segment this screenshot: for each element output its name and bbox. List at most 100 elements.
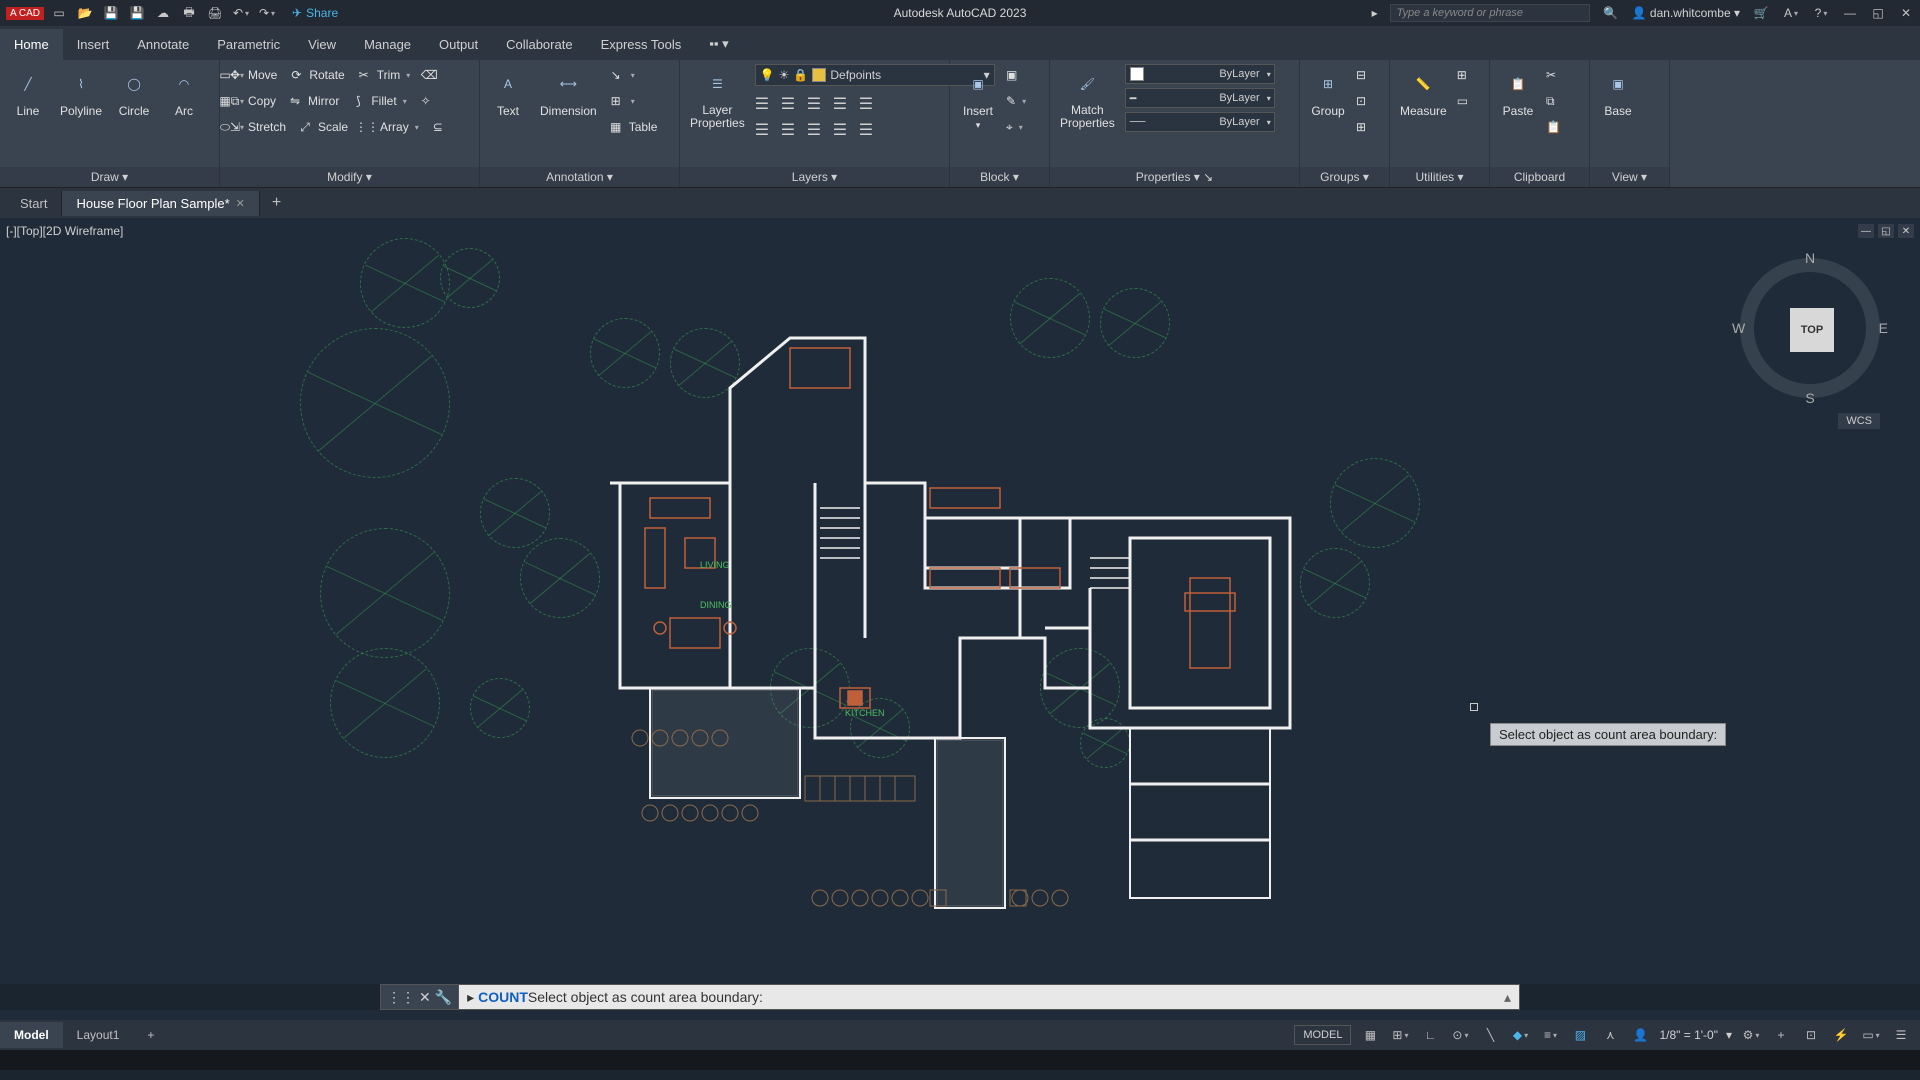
rotate-button[interactable]: ⟳Rotate (287, 64, 344, 86)
layer-tool-5[interactable]: ☰ (859, 94, 879, 112)
panel-layers-label[interactable]: Layers ▾ (680, 167, 949, 187)
layer-properties-button[interactable]: ☰Layer Properties (686, 64, 749, 132)
viewcube-west[interactable]: W (1732, 320, 1745, 336)
new-tab-button[interactable]: + (260, 194, 293, 212)
layer-tool-8[interactable]: ☰ (807, 120, 827, 138)
paste-special-icon[interactable]: 📋 (1546, 116, 1561, 138)
mirror-button[interactable]: ⇋Mirror (286, 90, 339, 112)
model-tab[interactable]: Model (0, 1022, 63, 1048)
layer-tool-2[interactable]: ☰ (781, 94, 801, 112)
plot-icon[interactable]: 🖶 (180, 4, 198, 22)
copy-button[interactable]: ⧉Copy (226, 90, 276, 112)
restore-button[interactable]: ◱ (1870, 5, 1886, 21)
trim-button[interactable]: ✂Trim (355, 64, 411, 86)
layer-tool-9[interactable]: ☰ (833, 120, 853, 138)
plus-icon[interactable]: + (1770, 1024, 1792, 1046)
search-input[interactable]: Type a keyword or phrase (1390, 4, 1590, 22)
tab-insert[interactable]: Insert (63, 29, 124, 60)
tab-express-tools[interactable]: Express Tools (587, 29, 696, 60)
tab-manage[interactable]: Manage (350, 29, 425, 60)
panel-block-label[interactable]: Block ▾ (950, 167, 1049, 187)
new-icon[interactable]: ▭ (50, 4, 68, 22)
viewport-close-icon[interactable]: ✕ (1898, 224, 1914, 238)
layer-tool-4[interactable]: ☰ (833, 94, 853, 112)
cut-icon[interactable]: ✂ (1546, 64, 1561, 86)
layer-tool-10[interactable]: ☰ (859, 120, 879, 138)
hardware-accel-icon[interactable]: ⚡ (1830, 1024, 1852, 1046)
dimension-button[interactable]: ⟷Dimension (536, 64, 601, 120)
tab-home[interactable]: Home (0, 29, 63, 60)
customize-icon[interactable]: ☰ (1890, 1024, 1912, 1046)
copy-clip-icon[interactable]: ⧉ (1546, 90, 1561, 112)
explode-icon[interactable]: ✧ (417, 90, 435, 112)
app-badge[interactable]: A CAD (6, 7, 44, 20)
command-line[interactable]: ⋮⋮ ✕ 🔧 ▸ COUNT Select object as count ar… (380, 984, 1520, 1010)
search-arrow-icon[interactable]: ▸ (1372, 6, 1378, 20)
cmd-drag-icon[interactable]: ⋮⋮ (387, 989, 415, 1006)
leader-flyout[interactable]: ↘ (607, 64, 658, 86)
tab-extra[interactable]: ▪▪ ▾ (695, 28, 742, 60)
wcs-badge[interactable]: WCS (1838, 413, 1880, 429)
viewport-minimize-icon[interactable]: — (1858, 224, 1874, 238)
line-button[interactable]: ╱Line (6, 64, 50, 120)
viewcube-south[interactable]: S (1805, 390, 1814, 406)
help-icon[interactable]: ? (1812, 4, 1830, 22)
ungroup-icon[interactable]: ⊟ (1356, 64, 1366, 86)
create-block-icon[interactable]: ▣ (1006, 64, 1026, 86)
table-button[interactable]: ▦Table (607, 116, 658, 138)
text-button[interactable]: AText (486, 64, 530, 120)
lineweight-dropdown[interactable]: ━ByLayer (1125, 88, 1275, 108)
layer-tool-1[interactable]: ☰ (755, 94, 775, 112)
save-icon[interactable]: 💾 (102, 4, 120, 22)
osnap-icon[interactable]: ◆ (1509, 1024, 1531, 1046)
ortho-icon[interactable]: ∟ (1419, 1024, 1441, 1046)
panel-properties-label[interactable]: Properties ▾ ↘ (1050, 167, 1299, 187)
close-button[interactable]: ✕ (1898, 5, 1914, 21)
grid-icon[interactable]: ▦ (1359, 1024, 1381, 1046)
edit-block-icon[interactable]: ✎ (1006, 90, 1026, 112)
annovisibility-icon[interactable]: 👤 (1629, 1024, 1651, 1046)
scale-button[interactable]: ⤢Scale (296, 116, 348, 138)
clean-screen-icon[interactable]: ▭ (1860, 1024, 1882, 1046)
attr-block-icon[interactable]: ⌖ (1006, 116, 1026, 138)
panel-annotation-label[interactable]: Annotation ▾ (480, 167, 679, 187)
tab-collaborate[interactable]: Collaborate (492, 29, 587, 60)
tab-annotate[interactable]: Annotate (123, 29, 203, 60)
close-tab-icon[interactable]: ✕ (236, 197, 245, 210)
autodesk-app-icon[interactable]: A (1782, 4, 1800, 22)
tab-view[interactable]: View (294, 29, 350, 60)
panel-groups-label[interactable]: Groups ▾ (1300, 167, 1389, 187)
linetype-dropdown[interactable]: ──ByLayer (1125, 112, 1275, 132)
array-button[interactable]: ⋮⋮Array (358, 116, 419, 138)
select-icon[interactable]: ▭ (1457, 90, 1468, 112)
layer-tool-6[interactable]: ☰ (755, 120, 775, 138)
offset-icon[interactable]: ⊆ (429, 116, 447, 138)
minimize-button[interactable]: — (1842, 5, 1858, 21)
cart-icon[interactable]: 🛒 (1752, 4, 1770, 22)
cmd-history-icon[interactable]: ▴ (1504, 989, 1511, 1006)
share-button[interactable]: ✈ Share (292, 6, 338, 20)
drawing-viewport[interactable]: [-][Top][2D Wireframe] — ◱ ✕ N S E W TOP… (0, 218, 1920, 974)
viewcube-top-face[interactable]: TOP (1790, 308, 1834, 352)
new-layout-button[interactable]: + (133, 1022, 168, 1048)
modelspace-button[interactable]: MODEL (1294, 1025, 1351, 1045)
start-tab[interactable]: Start (6, 191, 62, 216)
arc-button[interactable]: ◠Arc (162, 64, 206, 120)
print-icon[interactable]: 🖨 (206, 4, 224, 22)
panel-utilities-label[interactable]: Utilities ▾ (1390, 167, 1489, 187)
undo-button[interactable]: ↶ (232, 4, 250, 22)
tab-parametric[interactable]: Parametric (203, 29, 294, 60)
scale-display[interactable]: 1/8" = 1'-0" (1659, 1028, 1718, 1042)
layer-tool-7[interactable]: ☰ (781, 120, 801, 138)
count-icon[interactable]: ⊞ (1457, 64, 1468, 86)
polar-icon[interactable]: ⊙ (1449, 1024, 1471, 1046)
saveas-icon[interactable]: 💾 (128, 4, 146, 22)
move-button[interactable]: ✥Move (226, 64, 277, 86)
measure-button[interactable]: 📏Measure (1396, 64, 1451, 120)
viewport-label[interactable]: [-][Top][2D Wireframe] (6, 224, 123, 238)
isolate-icon[interactable]: ⊡ (1800, 1024, 1822, 1046)
redo-button[interactable]: ↷ (258, 4, 276, 22)
paste-button[interactable]: 📋Paste (1496, 64, 1540, 120)
viewcube-east[interactable]: E (1879, 320, 1888, 336)
circle-button[interactable]: ◯Circle (112, 64, 156, 120)
